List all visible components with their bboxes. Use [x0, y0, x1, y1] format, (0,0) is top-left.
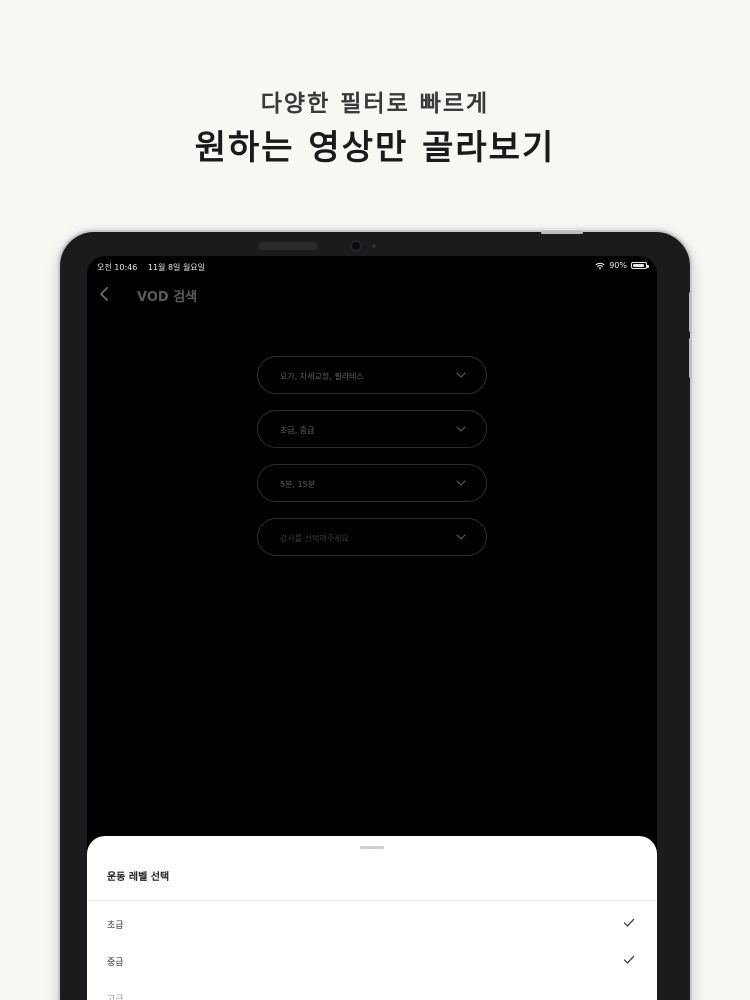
filter-placeholder: 강사를 선택해주세요: [280, 534, 349, 543]
headline-subtitle: 다양한 필터로 빠르게: [260, 91, 490, 117]
sheet-title: 운동 레벨 선택: [107, 872, 170, 883]
status-date: 11월 8일 월요일: [147, 263, 206, 272]
chevron-down-icon: [456, 534, 466, 540]
chevron-down-icon: [456, 480, 466, 486]
filter-dropdown[interactable]: 강사를 선택해주세요: [257, 518, 487, 556]
sheet-grabber[interactable]: [360, 846, 384, 849]
sensor-dot: [372, 244, 376, 248]
battery-percent: 90%: [609, 261, 627, 270]
level-option[interactable]: 중급: [87, 943, 657, 979]
level-option-label: 중급: [107, 958, 124, 968]
filter-value: 5분, 15분: [280, 480, 316, 489]
filter-dropdown[interactable]: 요가, 자세교정, 필라테스: [257, 356, 487, 394]
tablet-screen: 오전 10:46 11월 8일 월요일 90% VOD 검색 요가, 자세교정,…: [87, 256, 657, 1000]
page-title: VOD 검색: [137, 290, 198, 305]
level-option-label: 고급: [107, 995, 124, 1000]
status-bar: 오전 10:46 11월 8일 월요일 90%: [97, 260, 649, 274]
chevron-left-icon[interactable]: [97, 284, 111, 304]
level-option-label: 초급: [107, 921, 124, 931]
sheet-divider: [87, 900, 657, 901]
promo-page: 다양한 필터로 빠르게 원하는 영상만 골라보기 오전 10:46 11월 8일…: [0, 0, 750, 1000]
sensor-bar: [258, 242, 318, 250]
check-icon: [623, 918, 635, 927]
power-button: [541, 231, 583, 234]
battery-icon: [631, 262, 649, 269]
battery-level: [633, 264, 644, 267]
level-option[interactable]: 고급: [87, 980, 657, 1000]
volume-up-button: [689, 292, 692, 332]
camera-icon: [350, 240, 362, 252]
filter-value: 초급, 중급: [280, 426, 315, 435]
filter-value: 요가, 자세교정, 필라테스: [280, 372, 364, 381]
level-option[interactable]: 초급: [87, 906, 657, 942]
volume-down-button: [689, 338, 692, 378]
headline-title: 원하는 영상만 골라보기: [194, 128, 556, 168]
nav-bar: VOD 검색: [87, 282, 657, 306]
filter-dropdown[interactable]: 초급, 중급: [257, 410, 487, 448]
wifi-icon: [595, 262, 605, 269]
filter-dropdown[interactable]: 5분, 15분: [257, 464, 487, 502]
check-icon: [623, 955, 635, 964]
chevron-down-icon: [456, 426, 466, 432]
level-bottom-sheet: 운동 레벨 선택 초급중급고급: [87, 836, 657, 1000]
status-time: 오전 10:46: [97, 263, 138, 272]
chevron-down-icon: [456, 372, 466, 378]
